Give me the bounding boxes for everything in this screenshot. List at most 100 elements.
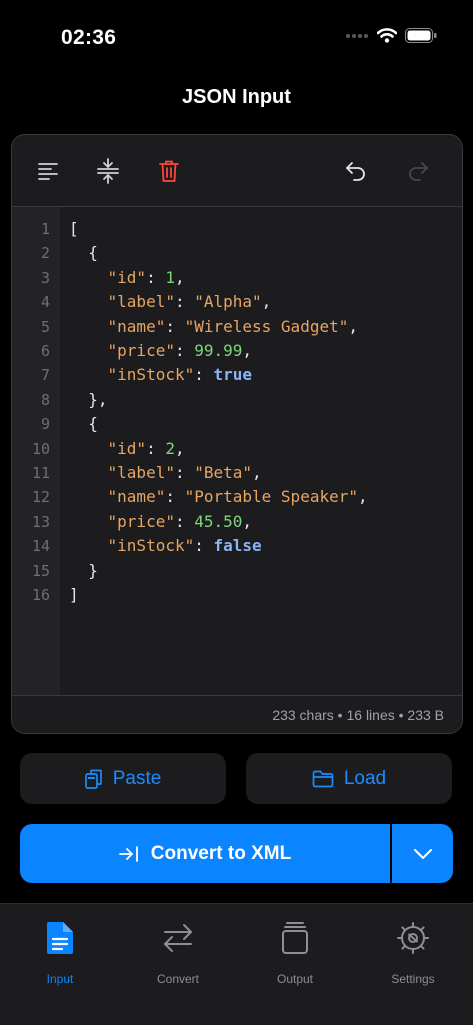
minify-button[interactable] [92,155,124,187]
code-token: "name" [69,316,166,336]
code-token: "price" [69,341,175,360]
code-token: "Portable Speaker" [184,487,358,507]
code-token: 1 [165,267,175,287]
paste-button[interactable]: Paste [20,753,226,804]
editor-stats: 233 chars • 16 lines • 233 B [272,707,444,723]
tab-settings[interactable]: Settings [363,916,463,986]
redo-icon [409,162,428,181]
code-token: 45.50 [194,511,243,531]
code-token: : [194,365,214,385]
tab-input-label: Input [46,972,74,986]
code-token: : [146,267,166,287]
code-token: , [174,438,185,458]
code-line: } [69,559,98,583]
code-token: : [165,487,185,507]
code-line: "label": "Alpha", [69,290,272,314]
folder-icon [312,770,334,787]
convert-options-button[interactable] [392,824,453,883]
line-number: 8 [40,390,50,409]
tab-output-label: Output [276,972,314,986]
clipboard-icon [84,769,102,789]
code-token: , [174,267,185,287]
paste-label: Paste [112,767,162,789]
code-line: "name": "Portable Speaker", [69,485,368,509]
code-token: , [357,487,368,507]
code-line: "price": 45.50, [69,510,253,534]
code-line: }, [69,388,108,412]
code-token: "Beta" [194,463,253,482]
code-token: : [194,536,214,556]
line-number: 3 [40,268,50,287]
stack-icon [282,922,308,954]
document-icon [47,922,73,954]
code-token: , [348,316,358,336]
undo-icon [346,162,365,181]
redo-button[interactable] [402,155,434,187]
code-line: [ [69,217,79,241]
code-line: { [69,412,98,436]
code-token: : [165,316,185,336]
line-number: 4 [40,293,50,312]
code-token: "name" [69,487,166,507]
line-number: 10 [31,439,50,458]
clear-button[interactable] [153,155,185,187]
page-title: JSON Input [182,86,291,108]
tab-convert[interactable]: Convert [128,916,228,986]
line-number: 6 [40,342,50,360]
code-token: , [252,463,262,482]
code-token: "inStock" [69,536,195,556]
line-number: 5 [40,317,50,336]
gear-icon [397,922,429,954]
line-number: 9 [40,415,50,434]
json-editor: 1 2 3 4 5 6 7 8 9 10 11 12 13 14 15 16 [ { "id": 1, "la… [11,134,463,734]
code-token: "Alpha" [194,292,262,312]
code-token: , [242,341,253,360]
code-token: , [261,292,272,312]
line-number: 2 [40,244,50,263]
code-line: "label": "Beta", [69,461,262,485]
tab-bar: Input Convert Output Settings [0,903,473,1025]
chevron-down-icon [413,848,432,859]
code-token: { [69,414,98,434]
code-area[interactable]: 1 2 3 4 5 6 7 8 9 10 11 12 13 14 15 16 [ { "id": 1, "la… [12,207,462,695]
arrow-right-to-line-icon [118,845,138,862]
tab-input[interactable]: Input [10,916,110,986]
code-line: "name": "Wireless Gadget", [69,315,358,339]
compress-icon [97,158,119,184]
code-token: "price" [69,511,175,531]
editor-toolbar [12,135,462,207]
tab-settings-label: Settings [391,972,435,986]
code-token: 2 [165,438,175,458]
code-token: false [213,536,262,556]
code-token: } [69,560,98,580]
code-token: : [174,292,195,312]
code-token: ] [69,585,79,604]
code-token: }, [69,389,108,409]
undo-button[interactable] [340,155,372,187]
code-token: , [242,511,253,531]
line-number: 16 [31,586,50,604]
editor-footer: 233 chars • 16 lines • 233 B [12,695,462,733]
convert-button[interactable]: Convert to XML [20,824,390,883]
line-number: 12 [31,488,50,507]
code-token: [ [69,219,79,238]
code-token: : [174,341,195,360]
format-button[interactable] [32,155,64,187]
line-number: 15 [31,561,50,580]
load-button[interactable]: Load [246,753,452,804]
status-icons [345,28,437,43]
signal-icon [346,33,368,38]
trash-icon [159,160,179,182]
status-time: 02:36 [61,26,117,49]
code-line: "inStock": true [69,363,253,387]
code-token: "label" [69,463,175,482]
code-token: 99.99 [194,341,243,360]
code-token: : [174,463,195,482]
line-number: 11 [31,464,50,482]
load-label: Load [343,767,387,789]
line-number-gutter: 1 2 3 4 5 6 7 8 9 10 11 12 13 14 15 16 [12,207,60,695]
code-line: ] [69,583,79,607]
tab-output[interactable]: Output [245,916,345,986]
line-number: 13 [31,512,50,531]
arrows-icon [164,924,192,952]
